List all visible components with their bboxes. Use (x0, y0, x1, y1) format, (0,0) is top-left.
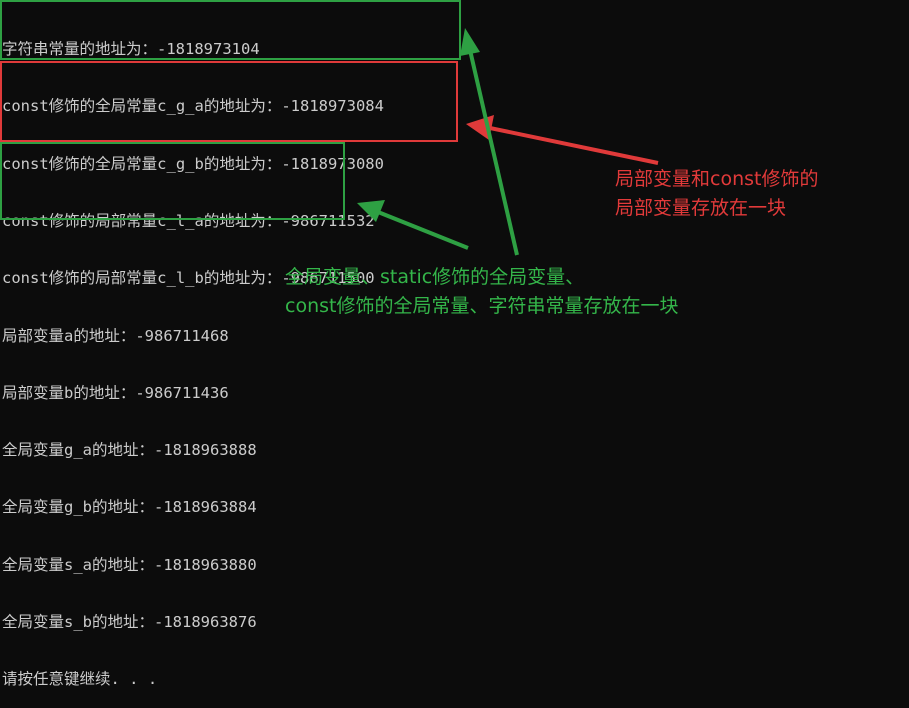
green-annotation-line: const修饰的全局常量、字符串常量存放在一块 (285, 295, 679, 317)
red-annotation-line: 局部变量和const修饰的 (615, 168, 819, 190)
green-arrow-left (377, 210, 469, 250)
console-line: 全局变量g_b的地址：-1818963884 (2, 498, 257, 517)
red-annotation-line: 局部变量存放在一块 (615, 197, 787, 219)
console-line: 全局变量g_a的地址：-1818963888 (2, 441, 257, 460)
red-annotation: 局部变量和const修饰的 局部变量存放在一块 (615, 165, 818, 223)
console-line: 请按任意键继续. . . (2, 670, 158, 689)
green-annotation-line: 全局变量、static修饰的全局变量、 (285, 266, 585, 288)
green-arrowhead-up (460, 28, 480, 56)
console-line: 全局变量s_a的地址：-1818963880 (2, 555, 257, 574)
green-arrow-up (468, 49, 519, 256)
green-annotation: 全局变量、static修饰的全局变量、 const修饰的全局常量、字符串常量存放… (285, 263, 678, 321)
console-line: 全局变量s_b的地址：-1818963876 (2, 613, 257, 631)
red-arrow (489, 126, 659, 165)
